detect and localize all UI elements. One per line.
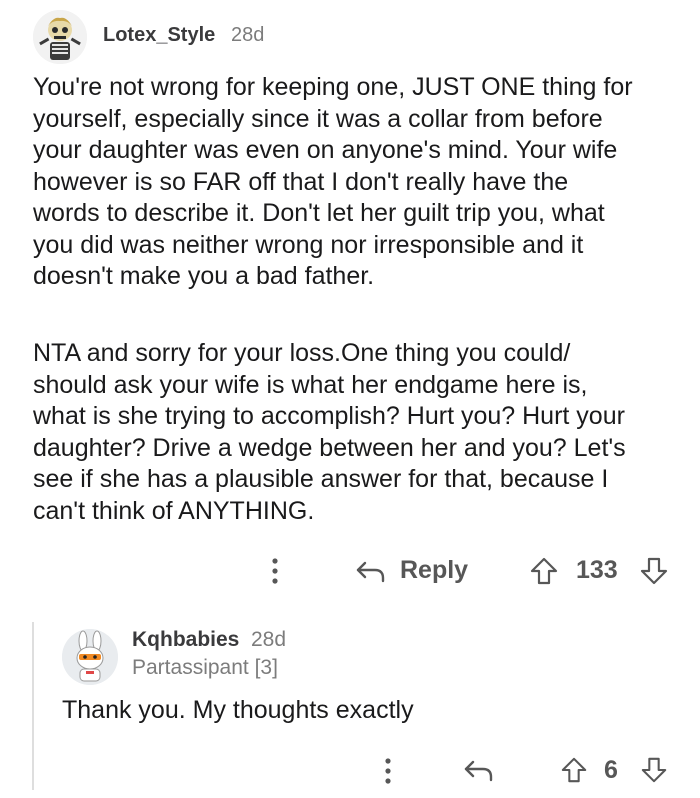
comment-author[interactable]: Lotex_Style: [103, 24, 215, 47]
reply-button[interactable]: [355, 560, 387, 584]
reply-arrow-icon: [464, 760, 493, 782]
downvote-button[interactable]: [640, 756, 668, 784]
bunny-avatar-icon: [62, 629, 118, 685]
user-avatar[interactable]: [33, 10, 87, 64]
downvote-button[interactable]: [639, 556, 669, 586]
upvote-arrow-icon: [530, 557, 558, 585]
comment-paragraph: You're not wrong for keeping one, JUST O…: [33, 73, 633, 290]
upvote-arrow-icon: [561, 757, 587, 783]
downvote-arrow-icon: [641, 757, 667, 783]
reply-label[interactable]: Reply: [400, 556, 468, 585]
upvote-button[interactable]: [529, 556, 559, 586]
skeleton-avatar-icon: [33, 10, 87, 64]
reply-timestamp: 28d: [251, 628, 287, 651]
thread-line[interactable]: [32, 622, 34, 790]
comment-paragraph: NTA and sorry for your loss.One thing yo…: [33, 339, 626, 525]
user-flair: Partassipant [3]: [132, 656, 278, 679]
reply-text: Thank you. My thoughts exactly: [62, 696, 414, 724]
more-vertical-icon: [272, 558, 278, 584]
vote-score: 6: [604, 756, 618, 784]
reply-author[interactable]: Kqhbabies: [132, 628, 239, 652]
more-options-button[interactable]: [378, 755, 398, 787]
vote-score: 133: [576, 556, 618, 584]
downvote-arrow-icon: [640, 557, 668, 585]
upvote-button[interactable]: [560, 756, 588, 784]
more-options-button[interactable]: [265, 555, 285, 587]
reply-avatar[interactable]: [62, 629, 118, 685]
comment-timestamp: 28d: [231, 24, 265, 46]
more-vertical-icon: [385, 758, 391, 784]
reply-arrow-icon: [356, 561, 385, 583]
reply-button[interactable]: [463, 759, 495, 783]
